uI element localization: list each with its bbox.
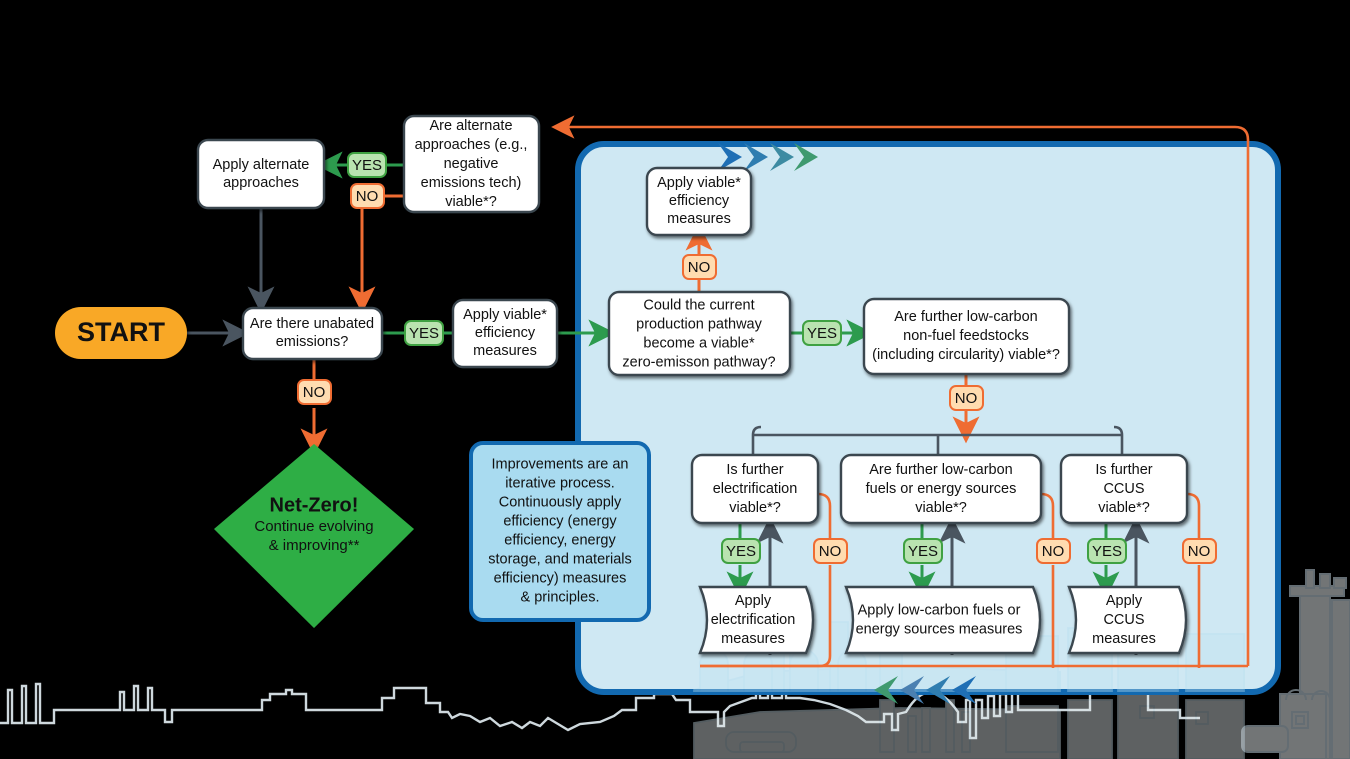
text-line: storage, and materials [488, 551, 631, 567]
text-line: electrification [711, 612, 796, 628]
node-ccus-question[interactable]: Is further CCUS viable*? [1059, 453, 1189, 525]
badge-electrification-yes-label: YES [726, 543, 756, 560]
netzero-subtitle-1: Continue evolving [254, 518, 373, 535]
node-apply-alternate[interactable]: Apply alternate approaches [196, 138, 326, 210]
badge-fuels-no-label: NO [1042, 543, 1065, 560]
node-feedstocks-question[interactable]: Are further low-carbon non-fuel feedstock… [862, 297, 1071, 376]
badge-pathway-yes-label: YES [807, 325, 837, 342]
node-pathway-question[interactable]: Could the current production pathway becom… [607, 290, 792, 377]
text-line: Is further [726, 462, 783, 478]
text-line: zero-emisson pathway? [622, 354, 775, 370]
badge-unabated-yes: YES [404, 320, 444, 346]
badge-electrification-no-label: NO [819, 543, 842, 560]
start-label: START [77, 317, 165, 347]
info-note: Improvements are an iterative process. Con… [469, 441, 651, 622]
node-apply-efficiency-top[interactable]: Apply viable* efficiency measures [645, 166, 753, 237]
text-line: efficiency [475, 325, 536, 341]
text-line: emissions tech) [421, 175, 522, 191]
text-line: electrification [713, 481, 798, 497]
badge-ccus-yes-label: YES [1092, 543, 1122, 560]
badge-pathway-no: NO [682, 254, 717, 280]
badge-feedstocks-no-label: NO [955, 390, 978, 407]
node-ccus-question-text: Is further CCUS viable*? [1095, 462, 1152, 516]
flowchart-svg: START Net-Zero! Continue evolving & impr… [0, 114, 1350, 759]
text-line: viable*? [445, 194, 497, 210]
text-line: Are further low-carbon [869, 462, 1012, 478]
text-line: Apply viable* [657, 175, 741, 191]
text-line: efficiency) measures [494, 570, 627, 586]
start-node[interactable]: START [55, 307, 187, 359]
text-line: efficiency, energy [504, 532, 616, 548]
badge-ccus-yes: YES [1087, 538, 1127, 564]
text-line: Are there unabated [250, 316, 374, 332]
text-line: viable*? [915, 500, 967, 516]
text-line: non-fuel feedstocks [903, 328, 1029, 344]
badge-unabated-no: NO [297, 379, 332, 405]
badge-alternate-no-label: NO [356, 188, 379, 205]
node-apply-efficiency-top-text: Apply viable* efficiency measures [657, 175, 741, 227]
badge-ccus-no: NO [1182, 538, 1217, 564]
node-electrification-question[interactable]: Is further electrification viable*? [690, 453, 820, 525]
text-line: Improvements are an [491, 456, 628, 472]
diagram-canvas: START Net-Zero! Continue evolving & impr… [0, 0, 1350, 759]
text-line: & principles. [521, 589, 600, 605]
badge-alternate-no: NO [350, 183, 385, 209]
text-line: energy sources measures [856, 621, 1023, 637]
badge-fuels-no: NO [1036, 538, 1071, 564]
text-line: viable*? [1098, 500, 1150, 516]
text-line: CCUS [1103, 612, 1144, 628]
text-line: measures [473, 343, 537, 359]
text-line: Are alternate [429, 118, 512, 134]
node-apply-efficiency-left-text: Apply viable* efficiency measures [463, 307, 547, 359]
text-line: Apply [735, 593, 772, 609]
text-line: (including circularity) viable*? [872, 347, 1060, 363]
node-apply-electrification[interactable]: Apply electrification measures [698, 585, 815, 655]
text-line: efficiency (energy [503, 513, 617, 529]
text-line: Could the current [643, 297, 754, 313]
text-line: Is further [1095, 462, 1152, 478]
text-line: Continuously apply [499, 494, 622, 510]
node-apply-ccus[interactable]: Apply CCUS measures [1067, 585, 1188, 655]
badge-ccus-no-label: NO [1188, 543, 1211, 560]
text-line: emissions? [276, 334, 349, 350]
text-line: viable*? [729, 500, 781, 516]
badge-alternate-yes: YES [347, 152, 387, 178]
text-line: Apply viable* [463, 307, 547, 323]
text-line: approaches [223, 175, 299, 191]
text-line: approaches (e.g., [415, 137, 528, 153]
node-unabated-question[interactable]: Are there unabated emissions? [241, 306, 384, 361]
badge-pathway-yes: YES [802, 320, 842, 346]
netzero-node[interactable]: Net-Zero! Continue evolving & improving*… [214, 444, 414, 628]
netzero-subtitle-2: & improving** [269, 537, 360, 554]
badge-unabated-yes-label: YES [409, 325, 439, 342]
text-line: Apply [1106, 593, 1143, 609]
text-line: negative [444, 156, 499, 172]
text-line: Apply low-carbon fuels or [858, 602, 1021, 618]
badge-pathway-no-label: NO [688, 259, 711, 276]
node-apply-efficiency-left[interactable]: Apply viable* efficiency measures [451, 298, 559, 369]
text-line: measures [1092, 631, 1156, 647]
badge-electrification-yes: YES [721, 538, 761, 564]
text-line: become a viable* [643, 335, 755, 351]
text-line: Apply alternate [213, 157, 310, 173]
node-fuels-question[interactable]: Are further low-carbon fuels or energy so… [839, 453, 1043, 525]
text-line: measures [721, 631, 785, 647]
text-line: fuels or energy sources [866, 481, 1017, 497]
netzero-title: Net-Zero! [270, 494, 359, 516]
badge-unabated-no-label: NO [303, 384, 326, 401]
badge-fuels-yes-label: YES [908, 543, 938, 560]
text-line: production pathway [636, 316, 762, 332]
text-line: measures [667, 211, 731, 227]
node-alternate-question[interactable]: Are alternate approaches (e.g., negative em… [402, 114, 541, 214]
text-line: efficiency [669, 193, 730, 209]
text-line: iterative process. [505, 475, 615, 491]
text-line: Are further low-carbon [894, 309, 1037, 325]
node-apply-fuels[interactable]: Apply low-carbon fuels or energy sources … [844, 585, 1042, 655]
badge-alternate-yes-label: YES [352, 157, 382, 174]
badge-fuels-yes: YES [903, 538, 943, 564]
text-line: CCUS [1103, 481, 1144, 497]
badge-electrification-no: NO [813, 538, 848, 564]
badge-feedstocks-no: NO [949, 385, 984, 411]
